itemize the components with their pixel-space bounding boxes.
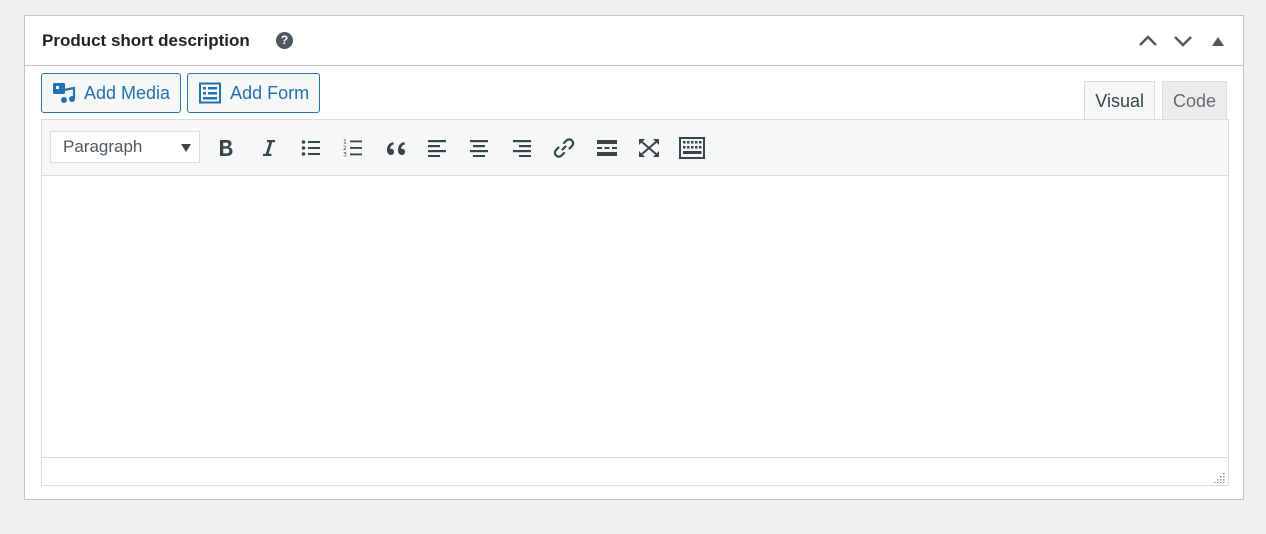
format-select-value: Paragraph (63, 137, 143, 156)
handle-actions (1124, 30, 1229, 52)
help-icon[interactable]: ? (276, 32, 293, 49)
blockquote-icon[interactable] (379, 132, 411, 164)
read-more-icon[interactable] (591, 132, 623, 164)
italic-icon[interactable] (252, 132, 284, 164)
editor-tabs: Visual Code (1077, 81, 1227, 120)
editor-toolbar: Paragraph 1 2 3 (42, 120, 1228, 176)
tab-visual[interactable]: Visual (1084, 81, 1155, 120)
link-icon[interactable] (548, 132, 580, 164)
bullet-list-icon[interactable] (295, 132, 327, 164)
add-media-label: Add Media (84, 82, 171, 103)
caret-down-icon (181, 144, 191, 152)
product-short-description-box: Product short description ? Add Media Ad… (24, 15, 1244, 500)
bold-icon[interactable] (210, 132, 242, 164)
align-center-icon[interactable] (463, 132, 495, 164)
postbox-title: Product short description (42, 31, 250, 50)
toggle-panel-icon[interactable] (1207, 30, 1229, 52)
move-down-icon[interactable] (1172, 30, 1194, 52)
postbox-header: Product short description ? (25, 16, 1243, 66)
align-right-icon[interactable] (506, 132, 538, 164)
media-buttons: Add Media Add Form (41, 73, 326, 113)
toolbar-toggle-icon[interactable] (676, 132, 708, 164)
editor-content-area[interactable] (42, 176, 1228, 458)
format-select[interactable]: Paragraph (50, 131, 200, 163)
add-form-label: Add Form (230, 82, 310, 103)
svg-text:3: 3 (343, 152, 347, 159)
fullscreen-icon[interactable] (633, 132, 665, 164)
add-media-button[interactable]: Add Media (41, 73, 182, 113)
editor-container: Paragraph 1 2 3 (41, 119, 1229, 486)
media-icon (52, 82, 76, 104)
editor-statusbar (42, 457, 1228, 485)
numbered-list-icon[interactable]: 1 2 3 (337, 132, 369, 164)
resize-handle-icon[interactable] (1213, 470, 1225, 483)
tab-code[interactable]: Code (1161, 81, 1227, 119)
move-up-icon[interactable] (1137, 30, 1159, 52)
add-form-button[interactable]: Add Form (187, 73, 321, 113)
align-left-icon[interactable] (421, 132, 453, 164)
form-icon (198, 82, 222, 104)
